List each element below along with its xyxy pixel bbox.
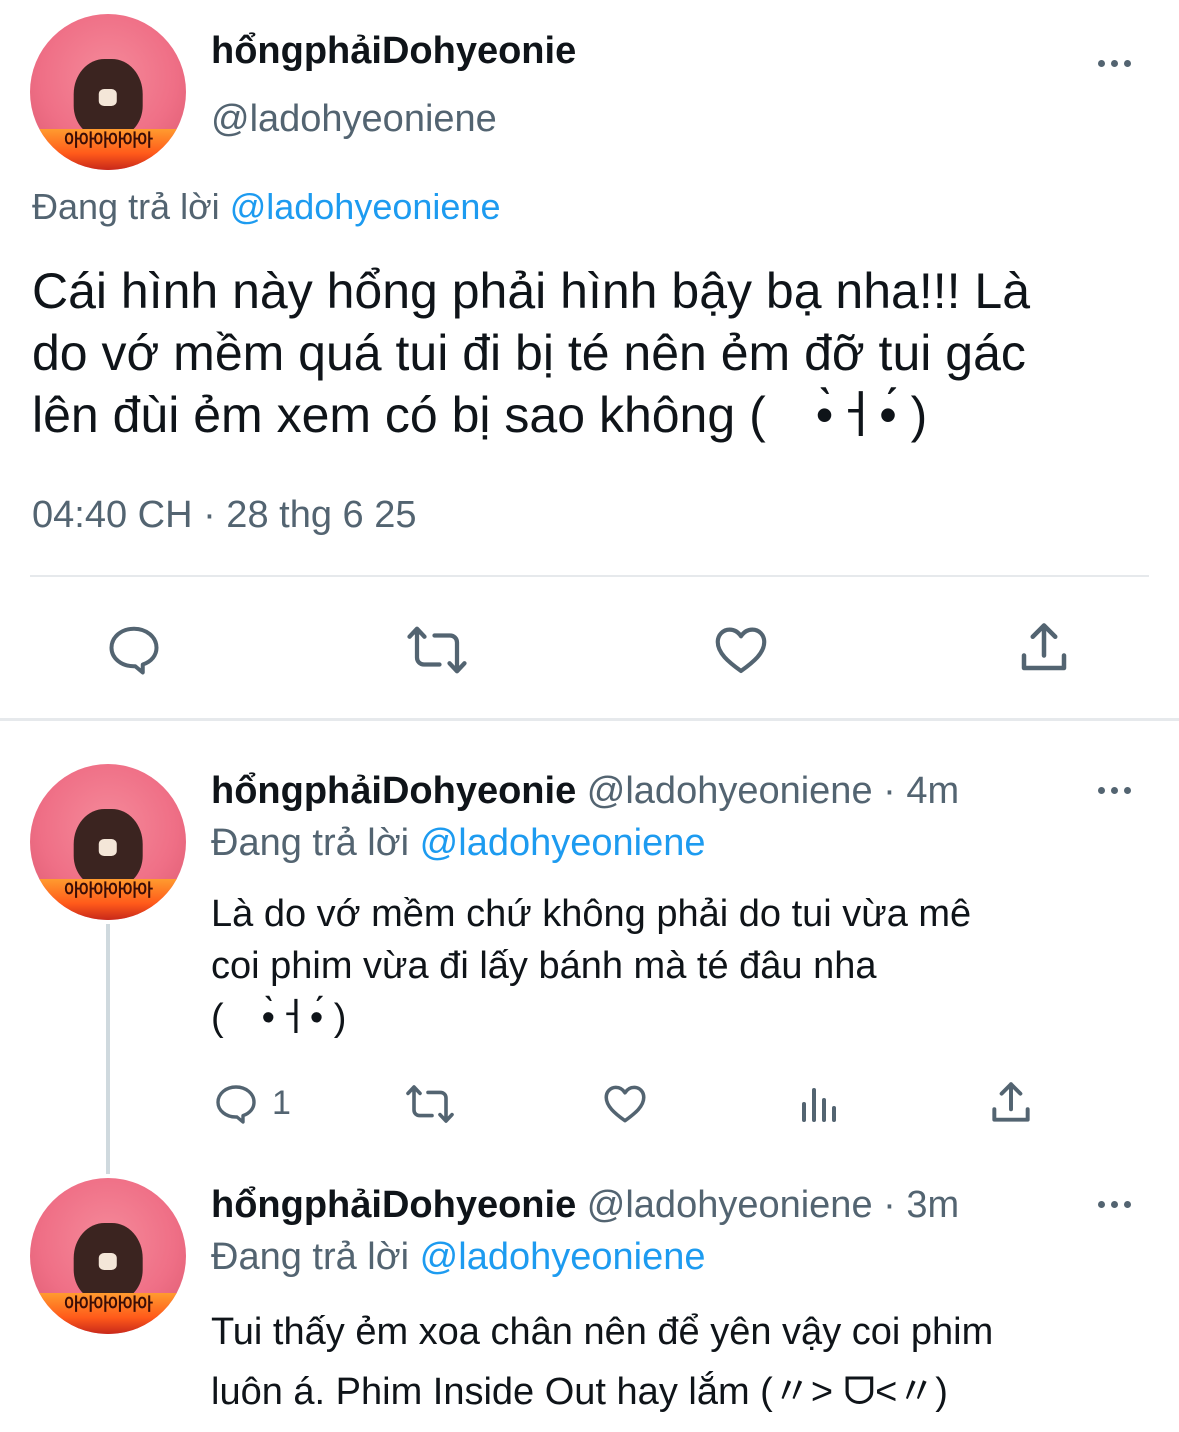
- handle[interactable]: @ladohyeoniene: [587, 1184, 873, 1226]
- tweet-text: Tui thấy ẻm xoa chân nên để yên vậy coi …: [211, 1302, 993, 1422]
- more-options-icon[interactable]: [1098, 1201, 1131, 1208]
- avatar[interactable]: 아아아아아아: [30, 1178, 186, 1334]
- display-name[interactable]: hổngphảiDohyeonie: [211, 30, 576, 73]
- replying-to: Đang trả lời @ladohyeoniene: [211, 1236, 705, 1279]
- replying-to-label: Đang trả lời: [32, 186, 220, 227]
- tweet-text-line: lên đùi ẻm xem có bị sao không ( •̀ㅓ•́ ): [32, 387, 928, 443]
- handle[interactable]: @ladohyeoniene: [211, 98, 497, 141]
- avatar[interactable]: 아아아아아아: [30, 14, 186, 170]
- more-options-icon[interactable]: [1098, 60, 1131, 67]
- share-icon[interactable]: [986, 1078, 1036, 1128]
- like-icon[interactable]: [710, 618, 772, 680]
- avatar[interactable]: 아아아아아아: [30, 764, 186, 920]
- thread-line: [106, 924, 110, 1174]
- more-options-icon[interactable]: [1098, 787, 1131, 794]
- replying-to-handle[interactable]: @ladohyeoniene: [420, 822, 706, 864]
- relative-time[interactable]: · 4m: [873, 770, 959, 812]
- analytics-icon[interactable]: [796, 1080, 844, 1128]
- avatar-caption: 아아아아아아: [64, 131, 153, 152]
- section-divider: [0, 718, 1179, 721]
- tweet-text: Cái hình này hổng phải hình bậy bạ nha!!…: [32, 260, 1030, 446]
- tweet-text-line: Cái hình này hổng phải hình bậy bạ nha!!…: [32, 263, 1030, 319]
- tweet-text: Là do vớ mềm chứ không phải do tui vừa m…: [211, 888, 971, 1044]
- replying-to-label: Đang trả lời: [211, 822, 410, 864]
- tweet-text-line: coi phim vừa đi lấy bánh mà té đâu nha: [211, 945, 877, 987]
- avatar-caption: 아아아아아아: [64, 881, 153, 902]
- tweet-text-line: Là do vớ mềm chứ không phải do tui vừa m…: [211, 893, 972, 935]
- timestamp[interactable]: 04:40 CH · 28 thg 6 25: [32, 494, 416, 537]
- display-name[interactable]: hổngphảiDohyeonie: [211, 770, 576, 812]
- reply-icon[interactable]: [212, 1080, 260, 1128]
- handle[interactable]: @ladohyeoniene: [587, 770, 873, 812]
- retweet-icon[interactable]: [404, 620, 470, 680]
- avatar-caption: 아아아아아아: [64, 1295, 153, 1316]
- tweet-text-line: Tui thấy ẻm xoa chân nên để yên vậy coi …: [211, 1311, 994, 1353]
- relative-time[interactable]: · 3m: [873, 1184, 959, 1226]
- reply-header: hổngphảiDohyeonie @ladohyeoniene · 3m: [211, 1184, 959, 1227]
- tweet-text-line: do vớ mềm quá tui đi bị té nên ẻm đỡ tui…: [32, 325, 1026, 381]
- replying-to: Đang trả lời @ladohyeoniene: [32, 186, 500, 228]
- display-name[interactable]: hổngphảiDohyeonie: [211, 1184, 576, 1226]
- reply-icon[interactable]: [104, 620, 164, 680]
- replying-to: Đang trả lời @ladohyeoniene: [211, 822, 705, 865]
- share-icon[interactable]: [1014, 618, 1074, 678]
- like-icon[interactable]: [600, 1078, 650, 1128]
- replying-to-label: Đang trả lời: [211, 1236, 410, 1278]
- divider: [30, 575, 1149, 577]
- replying-to-handle[interactable]: @ladohyeoniene: [420, 1236, 706, 1278]
- reply-count: 1: [272, 1084, 291, 1122]
- replying-to-handle[interactable]: @ladohyeoniene: [230, 186, 501, 227]
- tweet-text-line: ( •̀ㅓ•́ ): [211, 997, 347, 1039]
- tweet-text-line: luôn á. Phim Inside Out hay lắm (〃> ᗜ<〃): [211, 1371, 948, 1413]
- retweet-icon[interactable]: [402, 1080, 458, 1128]
- reply-header: hổngphảiDohyeonie @ladohyeoniene · 4m: [211, 770, 959, 813]
